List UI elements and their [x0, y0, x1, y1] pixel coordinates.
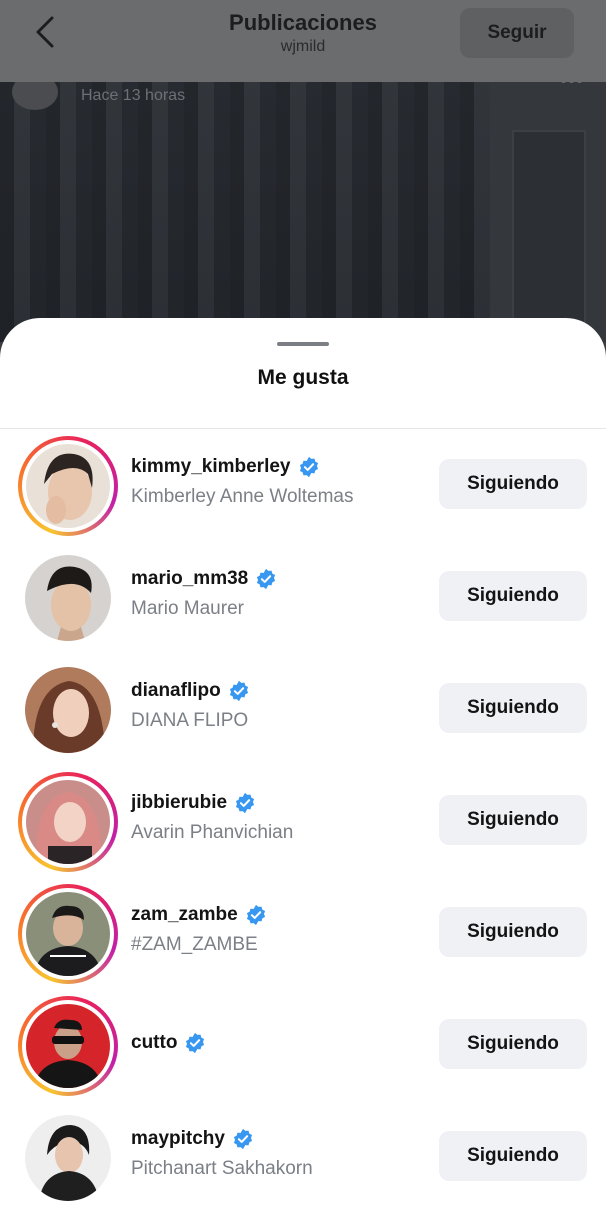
- list-item[interactable]: mario_mm38 Mario Maurer Siguiendo: [0, 548, 606, 648]
- following-button[interactable]: Siguiendo: [439, 571, 587, 621]
- page-subtitle: wjmild: [280, 38, 326, 55]
- list-item[interactable]: maypitchy Pitchanart Sakhakorn Siguiendo: [0, 1108, 606, 1208]
- list-item[interactable]: cutto Siguiendo: [0, 996, 606, 1096]
- full-name: Mario Maurer: [131, 598, 244, 619]
- avatar[interactable]: [18, 996, 118, 1096]
- verified-badge-icon: [257, 568, 276, 590]
- username[interactable]: mario_mm38: [131, 568, 277, 590]
- username[interactable]: kimmy_kimberley: [131, 456, 320, 478]
- avatar[interactable]: [18, 884, 118, 984]
- avatar-photo: [25, 667, 111, 753]
- post-photo-door-panel: [512, 130, 586, 346]
- avatar-photo: [26, 1004, 110, 1088]
- username-text: cutto: [131, 1032, 178, 1053]
- avatar[interactable]: [18, 1108, 118, 1208]
- following-button[interactable]: Siguiendo: [439, 1019, 587, 1069]
- following-button[interactable]: Siguiendo: [439, 683, 587, 733]
- following-button[interactable]: Siguiendo: [439, 459, 587, 509]
- avatar-photo: [25, 555, 111, 641]
- username[interactable]: zam_zambe: [131, 904, 267, 926]
- list-item[interactable]: zam_zambe #ZAM_ZAMBE Siguiendo: [0, 884, 606, 984]
- full-name: Pitchanart Sakhakorn: [131, 1158, 313, 1179]
- avatar[interactable]: [18, 660, 118, 760]
- sheet-title: Me gusta: [257, 366, 349, 389]
- page-title: Publicaciones: [229, 10, 377, 35]
- post-time: Hace 13 horas: [81, 87, 186, 104]
- full-name: Avarin Phanvichian: [131, 822, 294, 843]
- avatar-photo: [25, 1115, 111, 1201]
- avatar-photo: [26, 444, 110, 528]
- avatar[interactable]: [18, 772, 118, 872]
- follow-button[interactable]: Seguir: [460, 8, 574, 58]
- username[interactable]: dianaflipo: [131, 680, 250, 702]
- avatar[interactable]: [18, 436, 118, 536]
- sheet-grabber[interactable]: [277, 342, 329, 346]
- following-button[interactable]: Siguiendo: [439, 795, 587, 845]
- verified-badge-icon: [236, 792, 255, 814]
- username-text: mario_mm38: [131, 568, 249, 589]
- username-text: zam_zambe: [131, 904, 238, 925]
- list-item[interactable]: dianaflipo DIANA FLIPO Siguiendo: [0, 660, 606, 760]
- username-text: kimmy_kimberley: [131, 456, 291, 477]
- full-name: DIANA FLIPO: [131, 710, 249, 731]
- divider: [0, 428, 606, 429]
- username[interactable]: maypitchy: [131, 1128, 254, 1150]
- username[interactable]: cutto: [131, 1032, 206, 1054]
- following-button[interactable]: Siguiendo: [439, 1131, 587, 1181]
- verified-badge-icon: [186, 1032, 205, 1054]
- verified-badge-icon: [299, 456, 318, 478]
- verified-badge-icon: [233, 1128, 253, 1150]
- list-item[interactable]: jibbierubie Avarin Phanvichian Siguiendo: [0, 772, 606, 872]
- top-bar: Publicaciones wjmild Seguir: [0, 0, 606, 82]
- avatar-photo: [26, 780, 110, 864]
- chevron-left-icon[interactable]: [30, 14, 62, 50]
- verified-badge-icon: [229, 680, 248, 702]
- avatar[interactable]: [18, 548, 118, 648]
- following-button[interactable]: Siguiendo: [439, 907, 587, 957]
- full-name: #ZAM_ZAMBE: [131, 934, 258, 955]
- verified-badge-icon: [246, 904, 265, 926]
- username-text: jibbierubie: [131, 792, 228, 813]
- full-name: Kimberley Anne Woltemas: [131, 486, 354, 507]
- likes-sheet: Me gusta kimmy_kimberley Kimberley Anne …: [0, 318, 606, 1218]
- list-item[interactable]: kimmy_kimberley Kimberley Anne Woltemas …: [0, 436, 606, 536]
- username-text: dianaflipo: [131, 680, 221, 701]
- avatar-photo: [26, 892, 110, 976]
- username[interactable]: jibbierubie: [131, 792, 256, 814]
- header-titles: Publicaciones wjmild: [229, 6, 377, 56]
- username-text: maypitchy: [131, 1128, 225, 1149]
